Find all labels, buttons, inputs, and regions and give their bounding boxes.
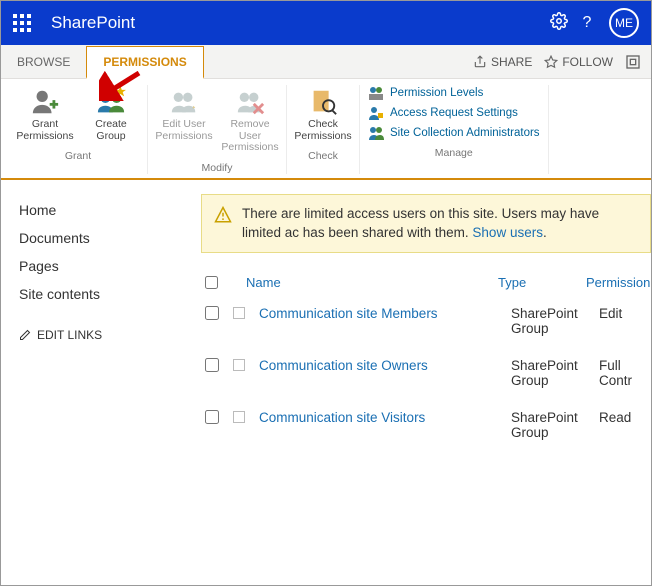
permission-row: Communication site Members SharePoint Gr… (201, 298, 651, 350)
check-permissions-icon (308, 87, 338, 117)
focus-icon (625, 54, 641, 70)
row-icon (233, 307, 245, 319)
ribbon-group-check: Check Permissions Check (287, 85, 360, 174)
ribbon: Grant Permissions Create Group Grant Edi… (1, 79, 651, 180)
column-type[interactable]: Type (498, 275, 572, 290)
remove-user-icon (235, 87, 265, 117)
group-permission: Edit (599, 306, 622, 321)
follow-button[interactable]: FOLLOW (544, 55, 613, 69)
access-request-settings-button[interactable]: Access Request Settings (368, 105, 540, 121)
row-checkbox[interactable] (205, 410, 219, 424)
column-permission[interactable]: Permission (586, 275, 650, 290)
user-avatar[interactable]: ME (609, 8, 639, 38)
grant-permissions-icon (30, 87, 60, 117)
group-link[interactable]: Communication site Owners (259, 358, 497, 373)
annotation-arrow (99, 71, 143, 101)
show-users-link[interactable]: Show users (472, 225, 543, 240)
check-permissions-button[interactable]: Check Permissions (295, 85, 351, 144)
site-collection-admins-icon (368, 125, 384, 141)
star-icon (544, 55, 558, 69)
share-button[interactable]: SHARE (473, 55, 532, 69)
app-launcher-icon[interactable] (13, 14, 31, 32)
pencil-icon (19, 329, 31, 341)
group-link[interactable]: Communication site Visitors (259, 410, 497, 425)
settings-gear-icon[interactable] (545, 12, 573, 35)
edit-links-button[interactable]: EDIT LINKS (19, 328, 183, 342)
permission-row: Communication site Owners SharePoint Gro… (201, 350, 651, 402)
group-permission: Full Contr (599, 358, 651, 388)
row-checkbox[interactable] (205, 306, 219, 320)
focus-button[interactable] (625, 54, 641, 70)
nav-documents[interactable]: Documents (19, 224, 183, 252)
warning-banner: There are limited access users on this s… (201, 194, 651, 254)
nav-pages[interactable]: Pages (19, 252, 183, 280)
main-area: There are limited access users on this s… (201, 180, 651, 455)
site-collection-admins-button[interactable]: Site Collection Administrators (368, 125, 540, 141)
remove-user-permissions-button[interactable]: Remove User Permissions (222, 85, 278, 156)
permission-levels-icon (368, 85, 384, 101)
group-type: SharePoint Group (511, 306, 585, 336)
tab-browse[interactable]: BROWSE (1, 45, 86, 78)
warning-icon (214, 206, 232, 224)
select-all-checkbox[interactable] (205, 276, 218, 289)
group-link[interactable]: Communication site Members (259, 306, 497, 321)
side-navigation: Home Documents Pages Site contents EDIT … (1, 180, 201, 455)
nav-site-contents[interactable]: Site contents (19, 280, 183, 308)
permissions-header: Name Type Permission (201, 271, 651, 298)
column-name[interactable]: Name (246, 275, 484, 290)
grant-permissions-button[interactable]: Grant Permissions (17, 85, 73, 144)
permission-row: Communication site Visitors SharePoint G… (201, 402, 651, 454)
share-icon (473, 55, 487, 69)
nav-home[interactable]: Home (19, 196, 183, 224)
edit-user-permissions-button[interactable]: Edit User Permissions (156, 85, 212, 156)
group-permission: Read (599, 410, 631, 425)
row-icon (233, 411, 245, 423)
content: Home Documents Pages Site contents EDIT … (1, 180, 651, 455)
suite-bar: SharePoint ? ME (1, 1, 651, 45)
row-checkbox[interactable] (205, 358, 219, 372)
warning-text-2: has been shared with them. (303, 225, 469, 240)
row-icon (233, 359, 245, 371)
help-icon[interactable]: ? (573, 14, 601, 32)
brand-title: SharePoint (51, 13, 545, 33)
permission-levels-button[interactable]: Permission Levels (368, 85, 540, 101)
edit-user-icon (169, 87, 199, 117)
ribbon-group-modify: Edit User Permissions Remove User Permis… (148, 85, 287, 174)
group-type: SharePoint Group (511, 410, 585, 440)
group-type: SharePoint Group (511, 358, 585, 388)
access-request-icon (368, 105, 384, 121)
ribbon-group-manage: Permission Levels Access Request Setting… (360, 85, 549, 174)
